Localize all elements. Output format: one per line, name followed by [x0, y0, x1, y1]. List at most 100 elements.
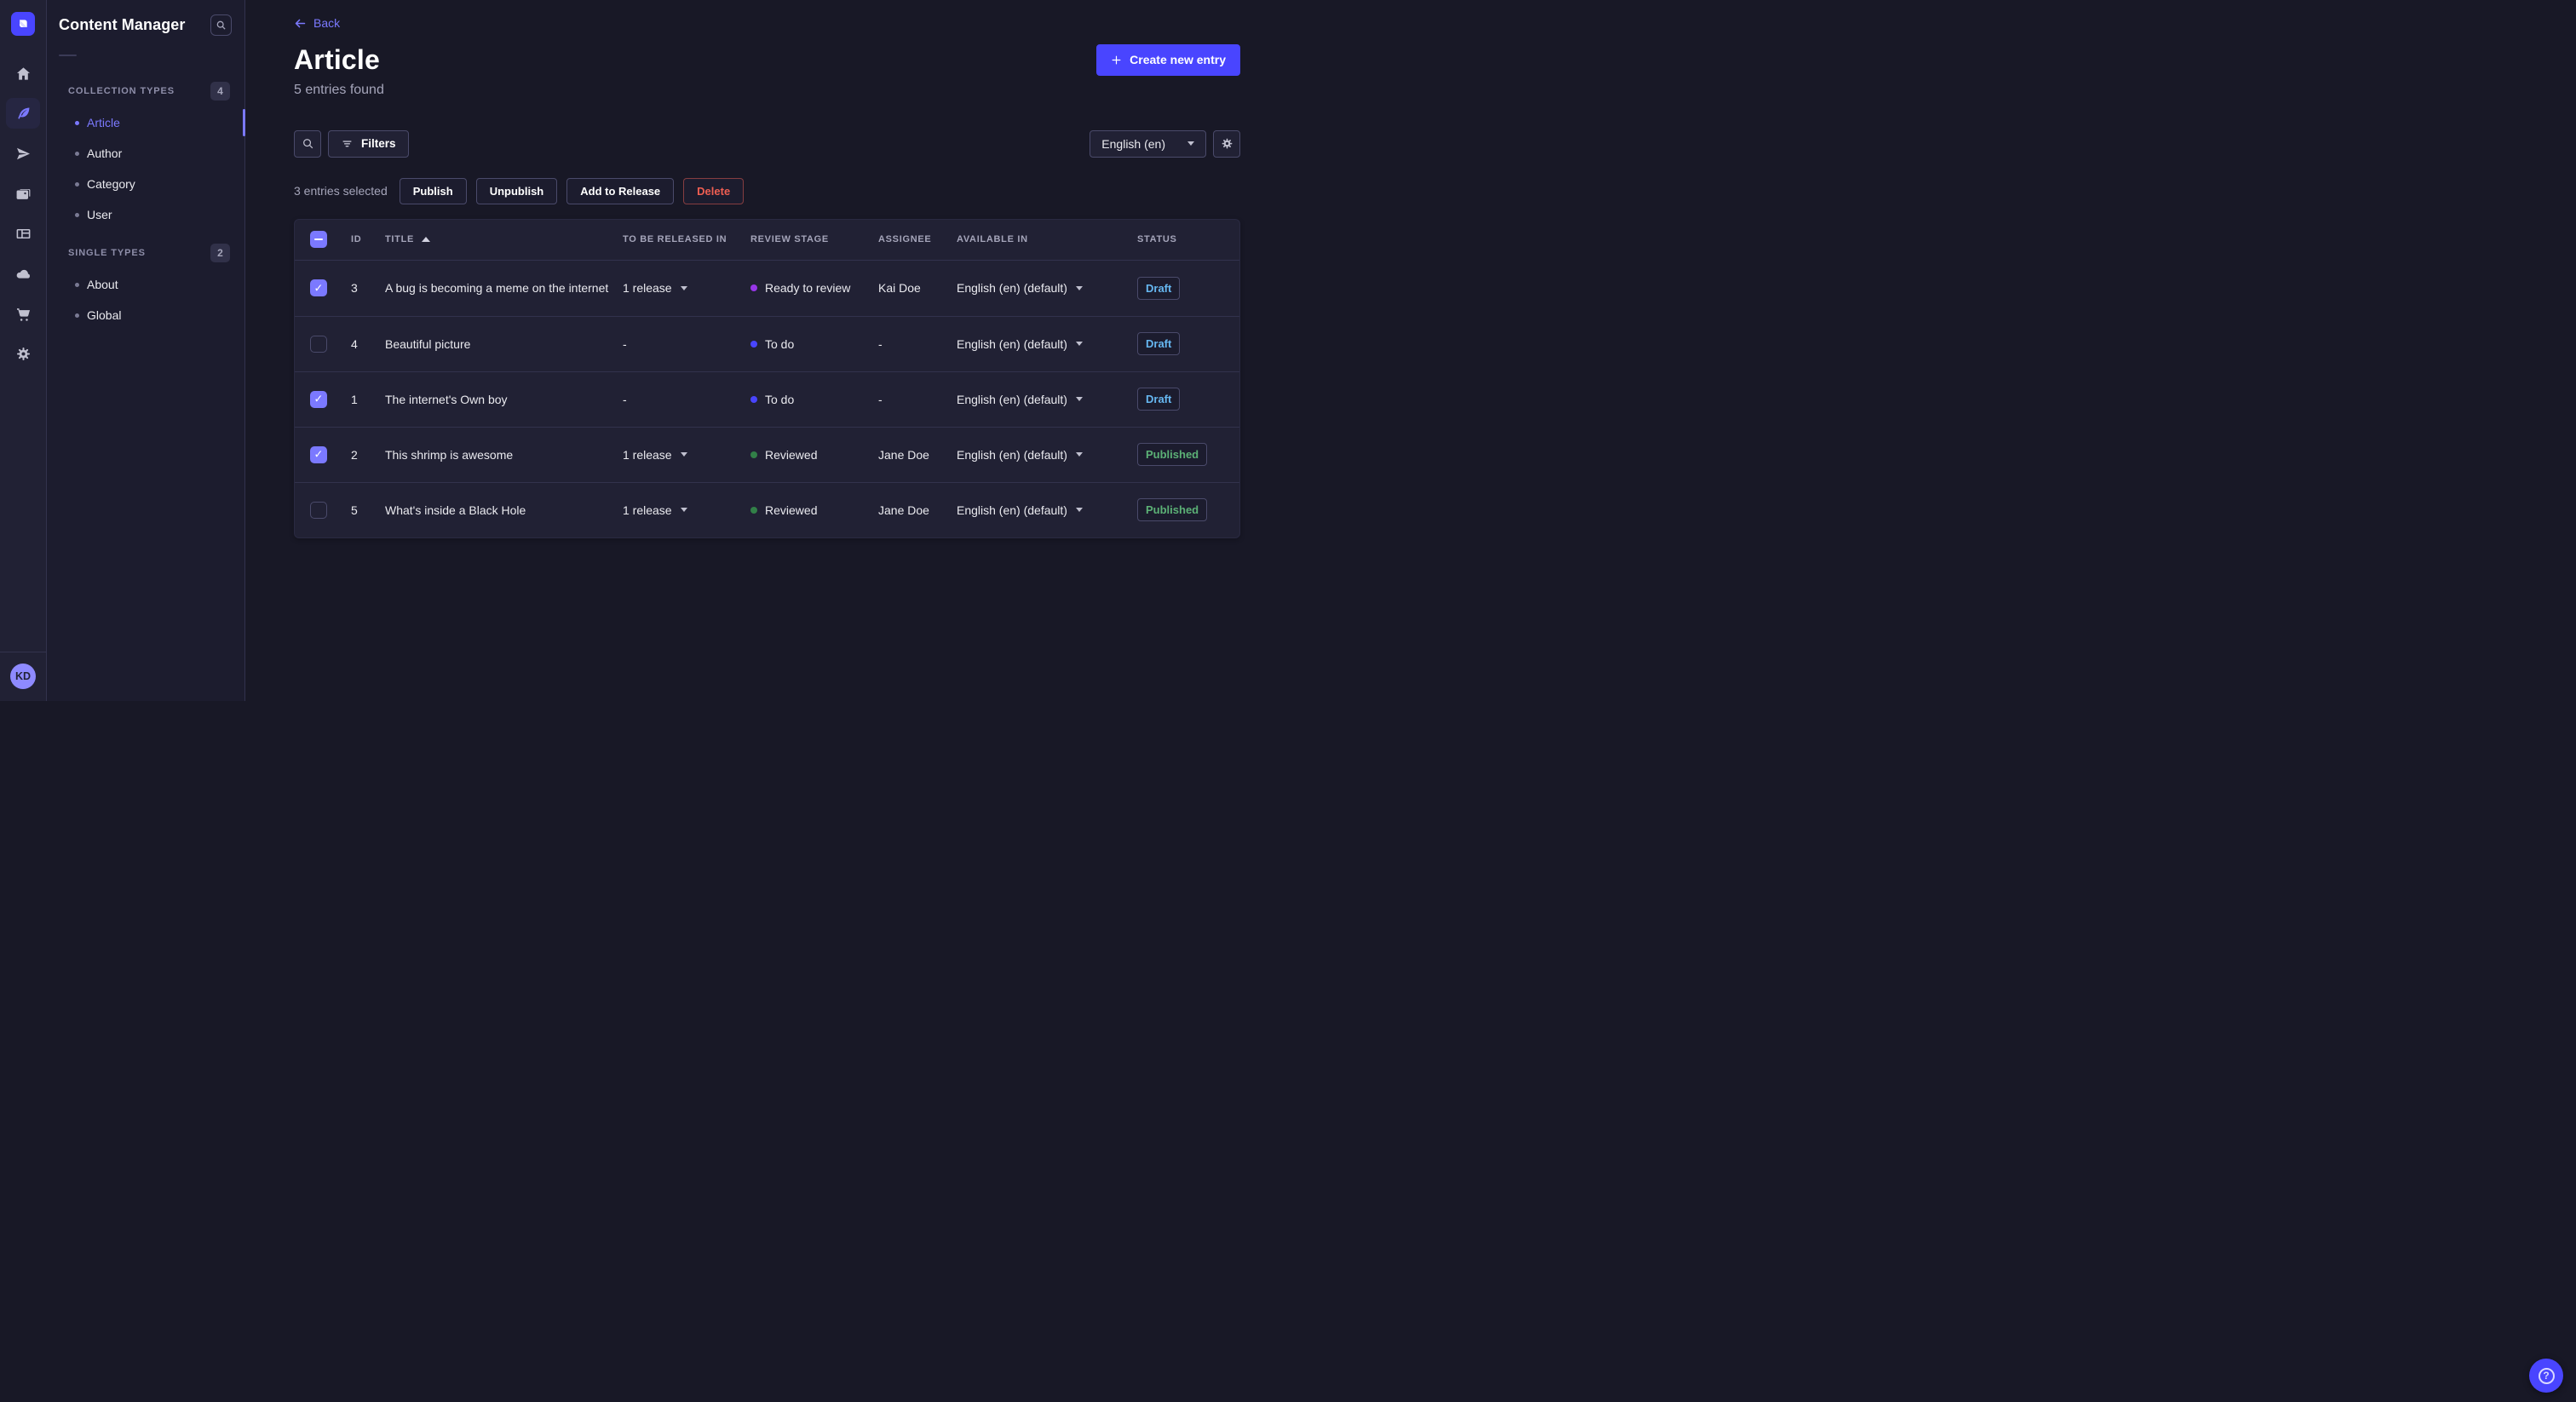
- stage-dot-icon: [750, 395, 757, 403]
- sidebar-item-global[interactable]: Global: [47, 300, 244, 330]
- nav-home-button[interactable]: [6, 58, 40, 89]
- cell-id: 4: [351, 336, 358, 351]
- sidebar-title: Content Manager: [59, 16, 186, 33]
- nav-releases-button[interactable]: [6, 138, 40, 169]
- sidebar-item-user[interactable]: User: [47, 199, 244, 230]
- column-header-available-in[interactable]: AVAILABLE IN: [957, 234, 1137, 244]
- back-row: Back: [294, 16, 1240, 32]
- column-header-id[interactable]: ID: [351, 234, 385, 244]
- available-in-value: English (en) (default): [957, 503, 1067, 517]
- review-stage-value: Reviewed: [765, 503, 818, 517]
- app-root: KD Content Manager COLLECTION TYPES 4 Arti…: [0, 0, 1288, 701]
- table-row[interactable]: 5 What's inside a Black Hole 1 release Revi…: [295, 481, 1239, 537]
- row-checkbox[interactable]: ✓: [310, 445, 327, 463]
- chevron-down-icon: [1075, 508, 1083, 512]
- column-header-review-stage[interactable]: REVIEW STAGE: [750, 234, 878, 244]
- cell-status: Draft: [1137, 276, 1228, 300]
- cell-available-in[interactable]: English (en) (default): [957, 281, 1137, 295]
- row-checkbox[interactable]: ✓: [310, 390, 327, 408]
- filter-icon: [342, 141, 352, 147]
- cell-available-in[interactable]: English (en) (default): [957, 337, 1137, 351]
- avatar[interactable]: KD: [10, 664, 36, 689]
- question-mark-icon: ?: [2538, 1367, 2555, 1384]
- cell-released-in[interactable]: 1 release: [623, 281, 750, 295]
- cell-released-in[interactable]: 1 release: [623, 448, 750, 462]
- stage-dot-icon: [750, 451, 757, 458]
- nav-content-manager-button[interactable]: [6, 98, 40, 129]
- back-link[interactable]: Back: [294, 16, 340, 30]
- locale-select[interactable]: English (en): [1090, 129, 1206, 158]
- chevron-down-icon: [1075, 285, 1083, 290]
- cell-available-in[interactable]: English (en) (default): [957, 448, 1137, 462]
- strapi-logo[interactable]: [11, 12, 35, 36]
- cell-available-in[interactable]: English (en) (default): [957, 503, 1137, 517]
- filters-button[interactable]: Filters: [328, 129, 409, 158]
- sidebar-item-category[interactable]: Category: [47, 169, 244, 199]
- publish-button[interactable]: Publish: [399, 177, 467, 204]
- sidebar-item-author[interactable]: Author: [47, 138, 244, 169]
- table-body: ✓ 3 A bug is becoming a meme on the intern…: [295, 261, 1239, 537]
- table-row[interactable]: ✓ 1 The internet's Own boy - To do - English (…: [295, 371, 1239, 427]
- help-button[interactable]: ?: [2529, 1359, 2563, 1393]
- cell-id: 2: [351, 447, 358, 462]
- available-in-value: English (en) (default): [957, 336, 1067, 351]
- toolbar-right: English (en): [1090, 129, 1240, 158]
- nav-cloud-button[interactable]: [6, 258, 40, 289]
- review-stage-value: Reviewed: [765, 447, 818, 462]
- create-new-entry-button[interactable]: Create new entry: [1096, 43, 1240, 76]
- select-all-checkbox[interactable]: [310, 231, 327, 248]
- released-in-value: -: [623, 392, 627, 406]
- chevron-down-icon: [680, 452, 687, 457]
- nav-marketplace-button[interactable]: [6, 298, 40, 329]
- table-search-button[interactable]: [294, 129, 321, 158]
- toolbar-left: Filters: [294, 129, 409, 158]
- media-images-icon: [16, 188, 30, 199]
- row-checkbox-cell: [310, 335, 351, 353]
- sidebar-search-button[interactable]: [210, 14, 232, 36]
- gear-icon: [1222, 138, 1232, 149]
- released-in-value: 1 release: [623, 503, 672, 517]
- row-checkbox[interactable]: [310, 335, 327, 353]
- view-settings-button[interactable]: [1213, 129, 1240, 158]
- cell-id: 1: [351, 392, 358, 406]
- table-row[interactable]: ✓ 3 A bug is becoming a meme on the intern…: [295, 261, 1239, 316]
- row-checkbox[interactable]: [310, 501, 327, 519]
- cell-assignee: Jane Doe: [878, 447, 929, 462]
- sidebar-item-label: Author: [87, 147, 123, 160]
- cell-released-in: -: [623, 393, 750, 406]
- row-checkbox-cell: ✓: [310, 279, 351, 296]
- search-icon: [302, 139, 313, 149]
- nav-media-library-button[interactable]: [6, 178, 40, 209]
- row-checkbox-cell: [310, 501, 351, 519]
- sidebar-item-article[interactable]: Article: [47, 107, 245, 138]
- nav-settings-button[interactable]: [6, 338, 40, 369]
- cell-status: Published: [1137, 498, 1228, 521]
- subnav-sections: COLLECTION TYPES 4 Article Author Category Us…: [47, 68, 245, 330]
- row-checkbox[interactable]: ✓: [310, 279, 327, 296]
- table-row[interactable]: ✓ 2 This shrimp is awesome 1 release Reviewe…: [295, 426, 1239, 482]
- nav-content-type-builder-button[interactable]: [6, 218, 40, 249]
- column-header-assignee[interactable]: ASSIGNEE: [878, 234, 957, 244]
- column-header-status[interactable]: STATUS: [1137, 234, 1228, 244]
- column-header-title[interactable]: TITLE: [385, 234, 623, 244]
- cell-available-in[interactable]: English (en) (default): [957, 393, 1137, 406]
- chevron-down-icon: [1075, 452, 1083, 457]
- add-to-release-button[interactable]: Add to Release: [566, 177, 675, 204]
- unpublish-button[interactable]: Unpublish: [475, 177, 558, 204]
- table-row[interactable]: 4 Beautiful picture - To do - English (en) (d…: [295, 315, 1239, 371]
- cell-id: 5: [351, 503, 358, 517]
- sidebar-section-label: SINGLE TYPES: [68, 248, 146, 258]
- column-header-released[interactable]: TO BE RELEASED IN: [623, 234, 750, 244]
- rail-nav: [6, 58, 40, 369]
- cell-released-in[interactable]: 1 release: [623, 503, 750, 517]
- released-in-value: 1 release: [623, 447, 672, 462]
- cell-released-in: -: [623, 337, 750, 351]
- sidebar-section: COLLECTION TYPES 4 Article Author Category Us…: [47, 75, 245, 230]
- sidebar-section-count-badge: 2: [210, 244, 230, 262]
- search-icon: [216, 20, 226, 30]
- cell-id: 3: [351, 281, 358, 295]
- delete-button[interactable]: Delete: [683, 177, 745, 204]
- sidebar-item-about[interactable]: About: [47, 269, 244, 300]
- cell-title: What's inside a Black Hole: [385, 503, 526, 517]
- sidebar-section-header: COLLECTION TYPES 4: [47, 75, 244, 107]
